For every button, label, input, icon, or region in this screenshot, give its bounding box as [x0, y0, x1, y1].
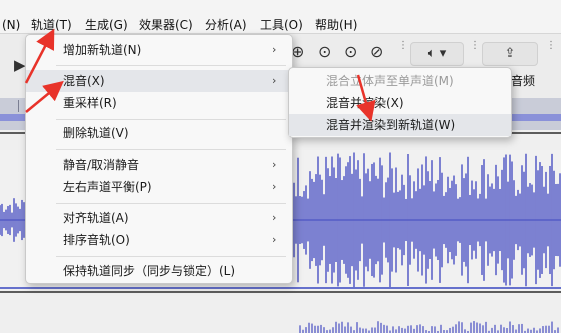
menu-item-label: 增加新轨道(N): [63, 43, 142, 57]
menu-analyze[interactable]: 分析(A): [205, 16, 247, 34]
menu-item-delete-track[interactable]: 删除轨道(V): [26, 122, 292, 144]
share-icon: ⇪: [504, 46, 516, 61]
menu-separator: [56, 256, 286, 257]
menu-item-label: 静音/取消静音: [63, 158, 140, 172]
ruler-tick: [18, 100, 19, 112]
menu-item-label: 左右声道平衡(P): [63, 180, 152, 194]
chevron-right-icon: ›: [272, 158, 277, 171]
menu-tracks[interactable]: 轨道(T): [31, 16, 72, 34]
menu-tools[interactable]: 工具(O): [260, 16, 303, 34]
speaker-icon: 🔈︎ ▾: [427, 46, 447, 61]
menu-separator: [56, 149, 286, 150]
menu-item-label: 对齐轨道(A): [63, 211, 129, 225]
menu-generate[interactable]: 生成(G): [85, 16, 128, 34]
menu-item-sync-lock[interactable]: 保持轨道同步（同步与锁定）(L): [26, 260, 292, 282]
track-separator-blue: [0, 287, 561, 289]
toolbar-grip-icon: ⋮: [398, 40, 408, 51]
menu-separator: [56, 203, 286, 204]
menu-item-mute-unmute[interactable]: 静音/取消静音: [26, 154, 292, 176]
menu-item-mix-stereo-to-mono[interactable]: 混合立体声至单声道(M): [289, 70, 511, 92]
waveform-track-2: [299, 321, 559, 333]
menu-help[interactable]: 帮助(H): [315, 16, 357, 34]
menu-separator: [56, 119, 286, 120]
menu-item-label: 混音并渲染到新轨道(W): [326, 118, 456, 132]
menu-item-label: 混音(X): [63, 74, 105, 88]
mix-submenu: 混合立体声至单声道(M) 混音并渲染(X) 混音并渲染到新轨道(W): [288, 67, 512, 138]
play-icon[interactable]: ▶: [14, 56, 26, 74]
chevron-right-icon: ›: [272, 233, 277, 246]
chevron-right-icon: ›: [272, 211, 277, 224]
menu-bar: (N) 轨道(T) 生成(G) 效果器(C) 分析(A) 工具(O) 帮助(H): [0, 0, 561, 34]
toolbar-grip-icon-2: ⋮: [470, 40, 480, 51]
zoom-in-icon[interactable]: ⊕: [291, 42, 304, 61]
menu-view[interactable]: (N): [2, 16, 20, 34]
menu-item-mix-and-render-new-track[interactable]: 混音并渲染到新轨道(W): [289, 114, 511, 136]
menu-item-add-new-track[interactable]: 增加新轨道(N): [26, 39, 292, 61]
chevron-right-icon: ›: [272, 74, 277, 87]
menu-item-pan[interactable]: 左右声道平衡(P): [26, 176, 292, 198]
menu-effects[interactable]: 效果器(C): [139, 16, 193, 34]
menu-item-label: 保持轨道同步（同步与锁定）(L): [63, 264, 236, 278]
menu-item-mix[interactable]: 混音(X): [26, 70, 292, 92]
toolbar-grip-icon-3: ⋮: [546, 40, 556, 51]
menu-item-label: 混合立体声至单声道(M): [326, 74, 454, 88]
zoom-toggle-icon[interactable]: ⊘: [370, 42, 383, 61]
menu-item-sort-tracks[interactable]: 排序音轨(O): [26, 229, 292, 251]
menu-item-label: 重采样(R): [63, 96, 117, 110]
menu-item-mix-and-render[interactable]: 混音并渲染(X): [289, 92, 511, 114]
menu-item-label: 排序音轨(O): [63, 233, 130, 247]
menu-separator: [56, 65, 286, 66]
zoom-fit-icon[interactable]: ⊙: [344, 42, 357, 61]
chevron-right-icon: ›: [272, 180, 277, 193]
zoom-selection-icon[interactable]: ⊙: [318, 42, 331, 61]
tracks-menu: 增加新轨道(N) › 混音(X) › 重采样(R) 删除轨道(V) 静音/取消静…: [25, 34, 293, 284]
menu-item-align-tracks[interactable]: 对齐轨道(A): [26, 207, 292, 229]
chevron-right-icon: ›: [272, 43, 277, 56]
menu-item-label: 删除轨道(V): [63, 126, 129, 140]
audio-device-button[interactable]: 🔈︎ ▾: [410, 42, 464, 66]
menu-item-resample[interactable]: 重采样(R): [26, 92, 292, 114]
share-button[interactable]: ⇪: [482, 42, 538, 66]
menu-item-label: 混音并渲染(X): [326, 96, 404, 110]
audio-label: 音频: [511, 74, 536, 88]
track-separator: [0, 291, 561, 293]
